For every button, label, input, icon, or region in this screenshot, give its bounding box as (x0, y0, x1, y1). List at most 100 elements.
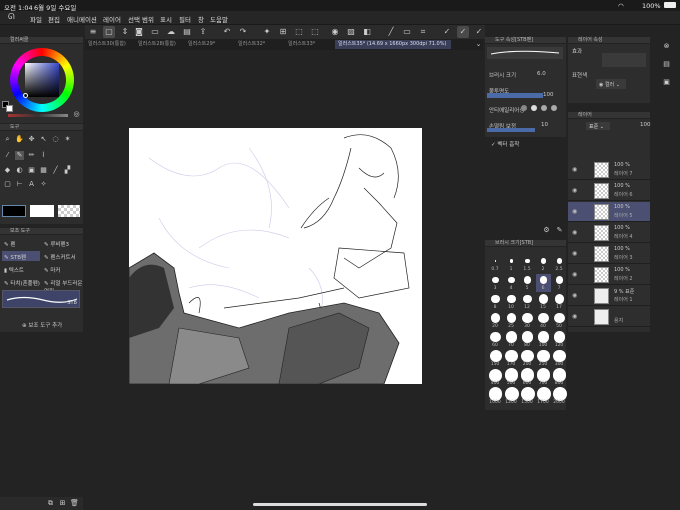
camera-icon[interactable]: ◙ (133, 26, 145, 38)
move-icon[interactable]: ✥ (27, 135, 36, 144)
layer-row[interactable]: ◉ 100 % 레이어 4 (568, 223, 650, 243)
opacity-slider[interactable] (487, 93, 543, 98)
wand-icon[interactable]: ✶ (63, 135, 72, 144)
brush-size-cell[interactable]: 4 (504, 274, 519, 292)
brush-tool-icon[interactable]: ⌇ (39, 151, 48, 160)
eyedropper-icon[interactable]: ◎ (72, 110, 81, 119)
menu-view[interactable]: 표시 (160, 14, 172, 24)
brush-size-cell[interactable]: 800 (552, 368, 567, 387)
stabilization-value[interactable]: 10 (541, 122, 548, 128)
eye-icon[interactable]: ◉ (572, 292, 577, 299)
expression-color-select[interactable]: ◉ 컬러 ⌄ (596, 79, 626, 89)
menu-window[interactable]: 창 (198, 14, 204, 24)
brush-size-cell[interactable]: 6 (536, 274, 551, 292)
menu-layer[interactable]: 레이어 (103, 14, 121, 24)
deselect-icon[interactable]: ⬚ (309, 26, 321, 38)
brush-size-cell[interactable]: 2.5 (552, 255, 567, 273)
crop-icon[interactable]: ▭ (401, 26, 413, 38)
brush-size-cell[interactable]: 400 (488, 368, 503, 387)
clear-icon[interactable]: ▨ (345, 26, 357, 38)
layer-row[interactable]: ◉ 100 % 레이어 7 (568, 160, 650, 180)
gallery-icon[interactable]: ▣ (662, 78, 671, 87)
brush-size-cell[interactable]: 100 (536, 331, 551, 349)
layer-row[interactable]: ◉ 100 % 레이어 6 (568, 181, 650, 201)
tab-doc-2[interactable]: 일러스트28(통합) (135, 40, 183, 49)
brush-preview[interactable]: STB (2, 290, 80, 308)
effect-buttons[interactable] (602, 53, 646, 67)
brush-size-cell[interactable]: 200 (520, 349, 535, 368)
eye-icon[interactable]: ◉ (572, 271, 577, 278)
save-icon[interactable]: ▤ (181, 26, 193, 38)
opacity-value[interactable]: 100 (543, 92, 554, 98)
sub-tool-item-selected[interactable]: ✎ STB펜 (2, 251, 40, 261)
brush-size-cell[interactable]: 120 (552, 331, 567, 349)
grid-icon[interactable]: ⊞ (277, 26, 289, 38)
brush-size-cell[interactable]: 8 (488, 293, 503, 311)
tab-doc-4[interactable]: 일러스트32* (235, 40, 283, 49)
brush-size-cell[interactable]: 10 (504, 293, 519, 311)
select-all-icon[interactable]: ⬚ (293, 26, 305, 38)
menu-filter[interactable]: 필터 (179, 14, 191, 24)
brush-size-cell[interactable]: 3 (488, 274, 503, 292)
canvas-icon[interactable]: ▢ (103, 26, 115, 38)
operation-icon[interactable]: ↖ (39, 135, 48, 144)
brush-size-cell[interactable]: 25 (504, 312, 519, 330)
fill-icon[interactable]: ◉ (329, 26, 341, 38)
hamburger-icon[interactable]: ≡ (87, 26, 99, 38)
zoom-icon[interactable]: ⌕ (3, 135, 12, 144)
saturation-square[interactable] (25, 63, 59, 97)
brush-size-cell[interactable]: 1 (504, 255, 519, 273)
brush-size-cell[interactable]: 30 (520, 312, 535, 330)
brush-size-cell[interactable]: 50 (552, 312, 567, 330)
display-icon[interactable]: ⇕ (119, 26, 131, 38)
gradient-icon[interactable]: ▦ (39, 166, 48, 175)
brush-size-cell[interactable]: 60 (488, 331, 503, 349)
snap-special-icon[interactable]: ✓ (457, 26, 469, 38)
brush-size-cell[interactable]: 7 (552, 274, 567, 292)
folder-icon[interactable]: ▭ (149, 26, 161, 38)
invert-icon[interactable]: ◧ (361, 26, 373, 38)
brush-size-cell[interactable]: 250 (536, 349, 551, 368)
balloon-icon[interactable]: ✧ (39, 180, 48, 189)
layer-opacity[interactable]: 100 (640, 122, 651, 128)
brush-size-cell[interactable]: 1700 (536, 387, 551, 406)
blend-mode-select[interactable]: 표준 ⌄ (586, 122, 610, 130)
brush-size-cell[interactable]: 1200 (504, 387, 519, 406)
brush-size-cell[interactable]: 1000 (488, 387, 503, 406)
ruler-tool-icon[interactable]: ⊢ (15, 180, 24, 189)
vector-snap-checkbox[interactable]: ✓ 벡터 흡착 (491, 140, 519, 148)
brush-size-cell[interactable]: 12 (520, 293, 535, 311)
eyedrop-tool-icon[interactable]: ⁄ (3, 151, 12, 160)
pen-tool-icon[interactable]: ✎ (15, 151, 24, 160)
menu-selection[interactable]: 선택 범위 (128, 14, 154, 24)
brush-size-cell[interactable]: 1500 (520, 387, 535, 406)
copy-icon[interactable]: ⧉ (46, 499, 55, 508)
shape-icon[interactable]: ╱ (51, 166, 60, 175)
pencil-tool-icon[interactable]: ✏ (27, 151, 36, 160)
layer-row[interactable]: ◉ 9 % 표준 레이어 1 (568, 286, 650, 306)
color-cursor[interactable] (23, 93, 28, 98)
figure-icon[interactable]: ▢ (3, 180, 12, 189)
sub-tool-item[interactable]: ✎ 펜스커트서 (44, 253, 76, 261)
transform-icon[interactable]: ✦ (261, 26, 273, 38)
fill-tool-icon[interactable]: ▣ (27, 166, 36, 175)
sub-tool-item[interactable]: ✎ 펜 (4, 240, 15, 248)
sub-tool-item[interactable]: ✎ 타치(혼풀펜) (4, 279, 40, 287)
eye-icon[interactable]: ◉ (572, 250, 577, 257)
brush-size-cell[interactable]: 70 (504, 331, 519, 349)
brush-size-cell[interactable]: 600 (520, 368, 535, 387)
layer-row[interactable]: ◉ 100 % 레이어 3 (568, 244, 650, 264)
brush-size-cell[interactable]: 5 (520, 274, 535, 292)
tab-doc-1[interactable]: 일러스트30(통합) (85, 40, 133, 49)
text-icon[interactable]: A (27, 180, 36, 189)
brush-size-cell[interactable]: 17 (552, 293, 567, 311)
cloud-icon[interactable]: ☁ (165, 26, 177, 38)
sub-tool-item[interactable]: ✎ 루비펜3 (44, 240, 69, 248)
anti-alias-options[interactable] (519, 104, 563, 112)
canvas[interactable] (129, 128, 422, 384)
trash-icon[interactable]: 🗑 (70, 499, 79, 508)
brush-size-cell[interactable]: 500 (504, 368, 519, 387)
layer-row[interactable]: ◉ 용지 (568, 307, 650, 327)
eye-icon[interactable]: ◉ (572, 187, 577, 194)
eye-icon[interactable]: ◉ (572, 313, 577, 320)
